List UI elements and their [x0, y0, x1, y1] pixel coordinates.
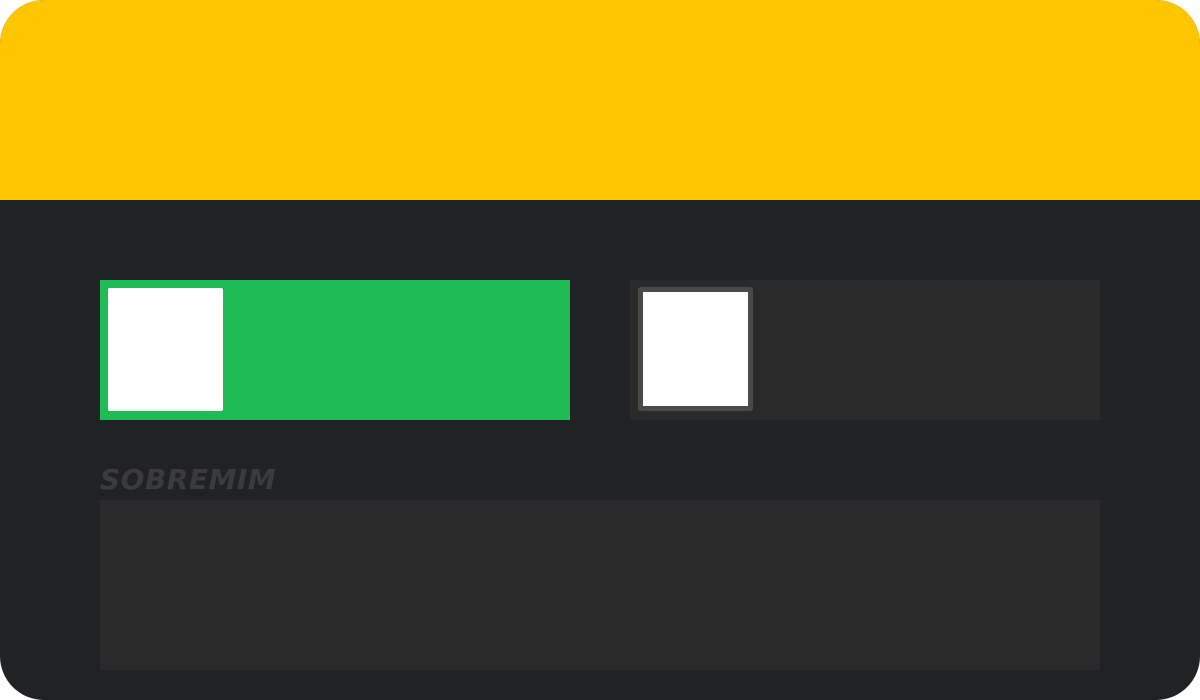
toggle-knob[interactable] — [638, 287, 753, 411]
header-banner — [0, 0, 1200, 200]
about-me-label: SOBREMIM — [100, 463, 277, 496]
toggle-switch-off[interactable] — [630, 280, 1100, 420]
about-me-textarea[interactable] — [100, 500, 1100, 670]
toggle-switch-on[interactable] — [100, 280, 570, 420]
toggle-knob[interactable] — [108, 288, 223, 411]
profile-card: SOBREMIM — [0, 0, 1200, 700]
